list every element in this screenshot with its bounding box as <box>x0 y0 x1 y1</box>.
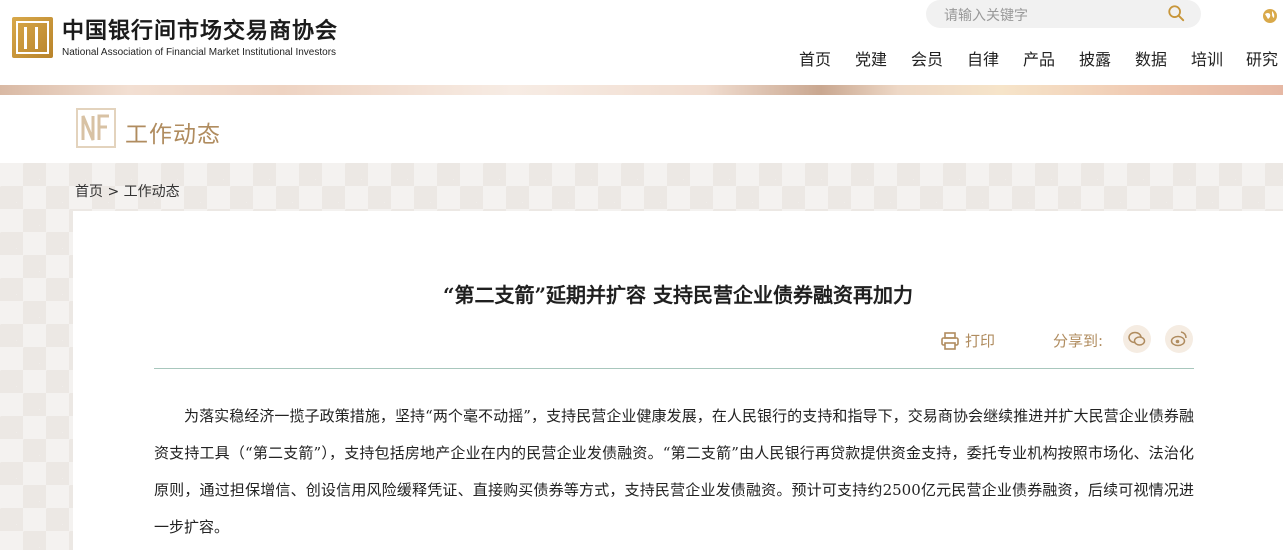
globe-icon[interactable] <box>1262 8 1278 24</box>
weibo-icon <box>1170 331 1187 347</box>
nav-disclosure[interactable]: 披露 <box>1079 46 1111 70</box>
nav-home[interactable]: 首页 <box>799 46 831 70</box>
section-header: 工作动态 <box>0 95 1283 163</box>
print-label: 打印 <box>965 332 996 350</box>
nav-members[interactable]: 会员 <box>911 46 943 70</box>
org-name-cn: 中国银行间市场交易商协会 <box>62 19 339 44</box>
nav-party[interactable]: 党建 <box>855 46 887 70</box>
site-header: 中国银行间市场交易商协会 National Association of Fin… <box>0 0 1283 85</box>
org-name-en: National Association of Financial Market… <box>62 47 337 58</box>
article-card: “第二支箭”延期并扩容 支持民营企业债券融资再加力 打印 分享到: 为落实稳经济… <box>73 211 1283 550</box>
nav-research[interactable]: 研究 <box>1246 46 1278 70</box>
section-logo-icon <box>76 108 116 148</box>
association-logo[interactable] <box>12 17 53 58</box>
nav-products[interactable]: 产品 <box>1023 46 1055 70</box>
share-label: 分享到: <box>1053 332 1104 350</box>
breadcrumb[interactable]: 首页 > 工作动态 <box>75 181 180 201</box>
banner-image-strip <box>0 85 1283 95</box>
printer-icon <box>941 332 959 350</box>
share-weibo-button[interactable] <box>1165 325 1193 353</box>
search-box[interactable]: 请输入关键字 <box>926 0 1201 28</box>
article-body: 为落实稳经济一揽子政策措施，坚持“两个毫不动摇”，支持民营企业健康发展，在人民银… <box>154 407 1194 536</box>
section-title: 工作动态 <box>125 122 221 148</box>
title-divider <box>154 368 1194 369</box>
nav-data[interactable]: 数据 <box>1135 46 1167 70</box>
share-wechat-button[interactable] <box>1123 325 1151 353</box>
nav-self-regulation[interactable]: 自律 <box>967 46 999 70</box>
nav-training[interactable]: 培训 <box>1191 46 1223 70</box>
search-input[interactable]: 请输入关键字 <box>944 5 1028 25</box>
article-title: “第二支箭”延期并扩容 支持民营企业债券融资再加力 <box>443 283 913 307</box>
search-icon[interactable] <box>1167 4 1185 22</box>
wechat-icon <box>1128 331 1146 346</box>
